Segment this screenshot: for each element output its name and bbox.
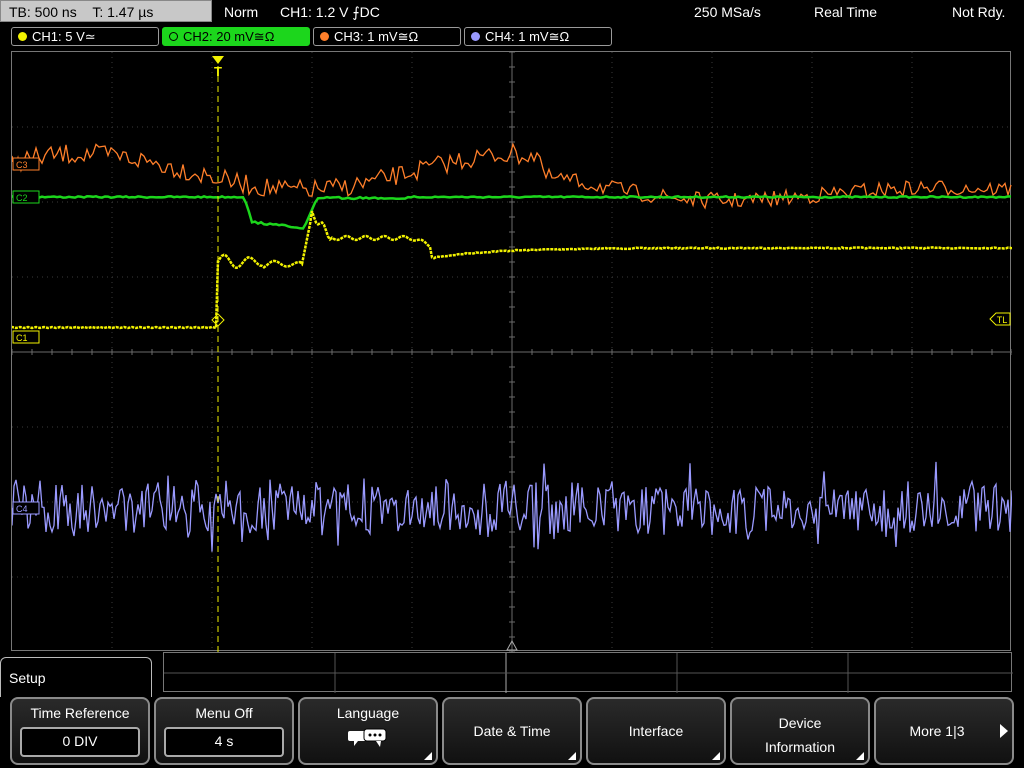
more-softkey[interactable]: More 1|3 [874,697,1014,765]
channel-tab-ch4[interactable]: CH4: 1 mV≅Ω [464,27,612,46]
grid-lines [12,52,1012,652]
next-page-icon [1000,724,1008,738]
ch4-dot-icon [471,32,480,41]
trigger-level-marker: TL [989,312,1011,326]
interface-softkey[interactable]: Interface [586,697,726,765]
svg-text:TL: TL [997,315,1008,325]
timebase-value: TB: 500 ns [9,4,77,20]
trigger-marker-label: T [214,64,222,79]
trigger-mode[interactable]: Norm [224,0,258,24]
device-information-softkey[interactable]: Device Information [730,697,870,765]
channel-label: CH3: 1 mV≅Ω [334,29,419,44]
status-bar: TB: 500 ns T: 1.47 µs Norm CH1: 1.2 V ⨍D… [0,0,1024,24]
waveform-display[interactable]: T TL C1 C2 C3 C4 [11,51,1012,652]
softkey-label: Time Reference [30,705,130,721]
waveform-canvas: T TL C1 C2 C3 C4 [12,52,1012,652]
trigger-setting[interactable]: CH1: 1.2 V ⨍DC [280,0,380,24]
sample-rate: 250 MSa/s [694,4,761,20]
softkey-label: Interface [628,723,684,739]
channel-label: CH4: 1 mV≅Ω [485,29,570,44]
softkey-label: Menu Off [195,705,253,721]
language-softkey[interactable]: Language [298,697,438,765]
lower-strip [163,652,1013,693]
svg-text:C3: C3 [16,160,28,170]
svg-text:C2: C2 [16,193,28,203]
menu-title-tab: Setup [0,657,152,697]
date-time-softkey[interactable]: Date & Time [442,697,582,765]
timebase-box[interactable]: TB: 500 ns T: 1.47 µs [0,0,212,22]
menu-title: Setup [9,670,46,686]
speech-bubbles-icon [348,728,387,747]
ch3-dot-icon [320,32,329,41]
submenu-corner-icon [424,752,432,760]
svg-text:C1: C1 [16,333,28,343]
ready-state: Not Rdy. [952,4,1006,20]
ch3-offset-marker: C3 [12,157,40,171]
channel-tab-ch2[interactable]: CH2: 20 mV≅Ω [162,27,310,46]
trigger-time-value: T: 1.47 µs [92,4,154,20]
acquisition-mode: Real Time [814,4,878,20]
trigger-marker-icon: T [212,56,224,79]
softkey-label: More 1|3 [909,723,965,739]
channel-label: CH2: 20 mV≅Ω [183,29,275,44]
time-reference-softkey[interactable]: Time Reference 0 DIV [10,697,150,765]
channel-label: CH1: 5 V≃ [32,29,96,44]
submenu-corner-icon [712,752,720,760]
softkey-label: Device Information [764,715,836,755]
channel-tab-ch3[interactable]: CH3: 1 mV≅Ω [313,27,461,46]
submenu-corner-icon [568,752,576,760]
softkey-label: Date & Time [473,723,551,739]
ch4-offset-marker: C4 [12,501,40,515]
svg-text:C4: C4 [16,504,28,514]
menu-off-value: 4 s [164,727,284,757]
channel-tab-ch1[interactable]: CH1: 5 V≃ [11,27,159,46]
submenu-corner-icon [856,752,864,760]
menu-off-softkey[interactable]: Menu Off 4 s [154,697,294,765]
softkey-label: Language [336,705,400,721]
ch2-dot-icon [169,32,178,41]
ch2-offset-marker: C2 [12,190,40,204]
ch1-dot-icon [18,32,27,41]
time-reference-value: 0 DIV [20,727,140,757]
ch1-offset-marker: C1 [12,330,40,344]
channel-bar: CH1: 5 V≃ CH2: 20 mV≅Ω CH3: 1 mV≅Ω CH4: … [0,26,1024,48]
